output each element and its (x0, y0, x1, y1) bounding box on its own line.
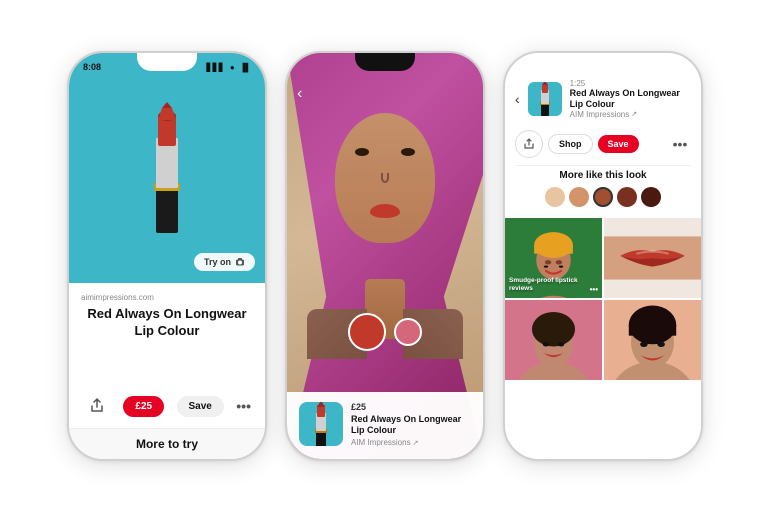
lipstick-icon (132, 98, 202, 238)
camera-icon (235, 257, 245, 267)
scene: 8:08 ▋▋▋ ● ▐▌ (0, 0, 770, 512)
status-time-1: 8:08 (83, 62, 101, 72)
try-on-button[interactable]: Try on (194, 253, 255, 271)
product-thumb-2 (299, 402, 343, 446)
save-button-3[interactable]: Save (598, 135, 639, 153)
product-thumb-3 (528, 82, 562, 116)
price-button-1[interactable]: £25 (123, 396, 164, 417)
phone3-product-info: 1:25 Red Always On LongwearLip Colour AI… (570, 79, 691, 119)
swatch-1[interactable] (545, 187, 565, 207)
grid-cell-1[interactable]: Smudge-proof lipstickreviews ••• (505, 218, 602, 298)
more-like-section: More like this look (505, 166, 701, 218)
share-button-1[interactable] (83, 392, 111, 420)
back-button-2[interactable]: ‹ (297, 85, 302, 103)
action-bar-1: £25 Save ••• (81, 392, 253, 420)
phone2-bottom-card: £25 Red Always On LongwearLip Colour AIM… (287, 392, 483, 459)
vendor-small-2: AIM Impressions ↗ (351, 438, 471, 447)
name-small-2: Red Always On LongwearLip Colour (351, 414, 471, 437)
phone-3: ‹ 1:25 Red Always On LongwearLip Colour … (503, 51, 703, 461)
phone1-content: Try on aimimpressions.com Red Always On … (69, 53, 265, 459)
grid-image-4 (604, 300, 701, 380)
phone3-content: ‹ 1:25 Red Always On LongwearLip Colour … (505, 53, 701, 459)
price-small-2: £25 (351, 402, 471, 412)
product-title-1: Red Always On LongwearLip Colour (81, 306, 253, 340)
grid-image-3 (505, 300, 602, 380)
more-button-3[interactable]: ••• (669, 133, 691, 155)
swatch-5[interactable] (641, 187, 661, 207)
swatch-3[interactable] (593, 187, 613, 207)
phone1-image: Try on (69, 53, 265, 283)
share-icon-3 (523, 138, 535, 150)
status-icons-1: ▋▋▋ ● ▐▌ (206, 63, 251, 72)
swatch-2[interactable] (569, 187, 589, 207)
save-button-1[interactable]: Save (177, 396, 224, 417)
p3-vendor: AIM Impressions ↗ (570, 110, 691, 119)
share-button-3[interactable] (515, 130, 543, 158)
lipstick-thumb-icon (308, 402, 334, 446)
domain-text: aimimpressions.com (81, 293, 253, 302)
grid-cell-3[interactable] (505, 300, 602, 380)
share-icon (89, 398, 105, 414)
product-info-2: £25 Red Always On LongwearLip Colour AIM… (351, 402, 471, 447)
grid-cell-2[interactable] (604, 218, 701, 298)
phone-2: ‹ £25 Red A (285, 51, 485, 461)
notch-3 (573, 53, 633, 71)
phone1-body: aimimpressions.com Red Always On Longwea… (69, 283, 265, 428)
grid-label-1: Smudge-proof lipstickreviews (509, 277, 578, 294)
back-button-3[interactable]: ‹ (515, 91, 520, 107)
phone2-content: ‹ £25 Red A (287, 53, 483, 459)
notch-2 (355, 53, 415, 71)
notch-1 (137, 53, 197, 71)
swatch-4[interactable] (617, 187, 637, 207)
grid-cell-4[interactable] (604, 300, 701, 380)
phone3-action-row: Shop Save ••• (505, 125, 701, 165)
lipstick-thumb-icon-3 (535, 80, 555, 118)
swatch-row (515, 187, 691, 207)
p3-name: Red Always On LongwearLip Colour (570, 88, 691, 110)
face-area (335, 113, 435, 243)
color-swatch-red[interactable] (348, 313, 386, 351)
color-circles-2 (348, 313, 422, 351)
grid-image-2 (604, 218, 701, 298)
shop-button-3[interactable]: Shop (548, 134, 593, 154)
p3-number: 1:25 (570, 79, 691, 88)
color-swatch-pink[interactable] (394, 318, 422, 346)
phone-1: 8:08 ▋▋▋ ● ▐▌ (67, 51, 267, 461)
more-button-1[interactable]: ••• (236, 398, 251, 414)
more-to-try-bar[interactable]: More to try (69, 428, 265, 459)
phone3-grid: Smudge-proof lipstickreviews ••• (505, 218, 701, 459)
grid-more-dots-1[interactable]: ••• (590, 285, 598, 294)
more-like-title: More like this look (515, 170, 691, 181)
